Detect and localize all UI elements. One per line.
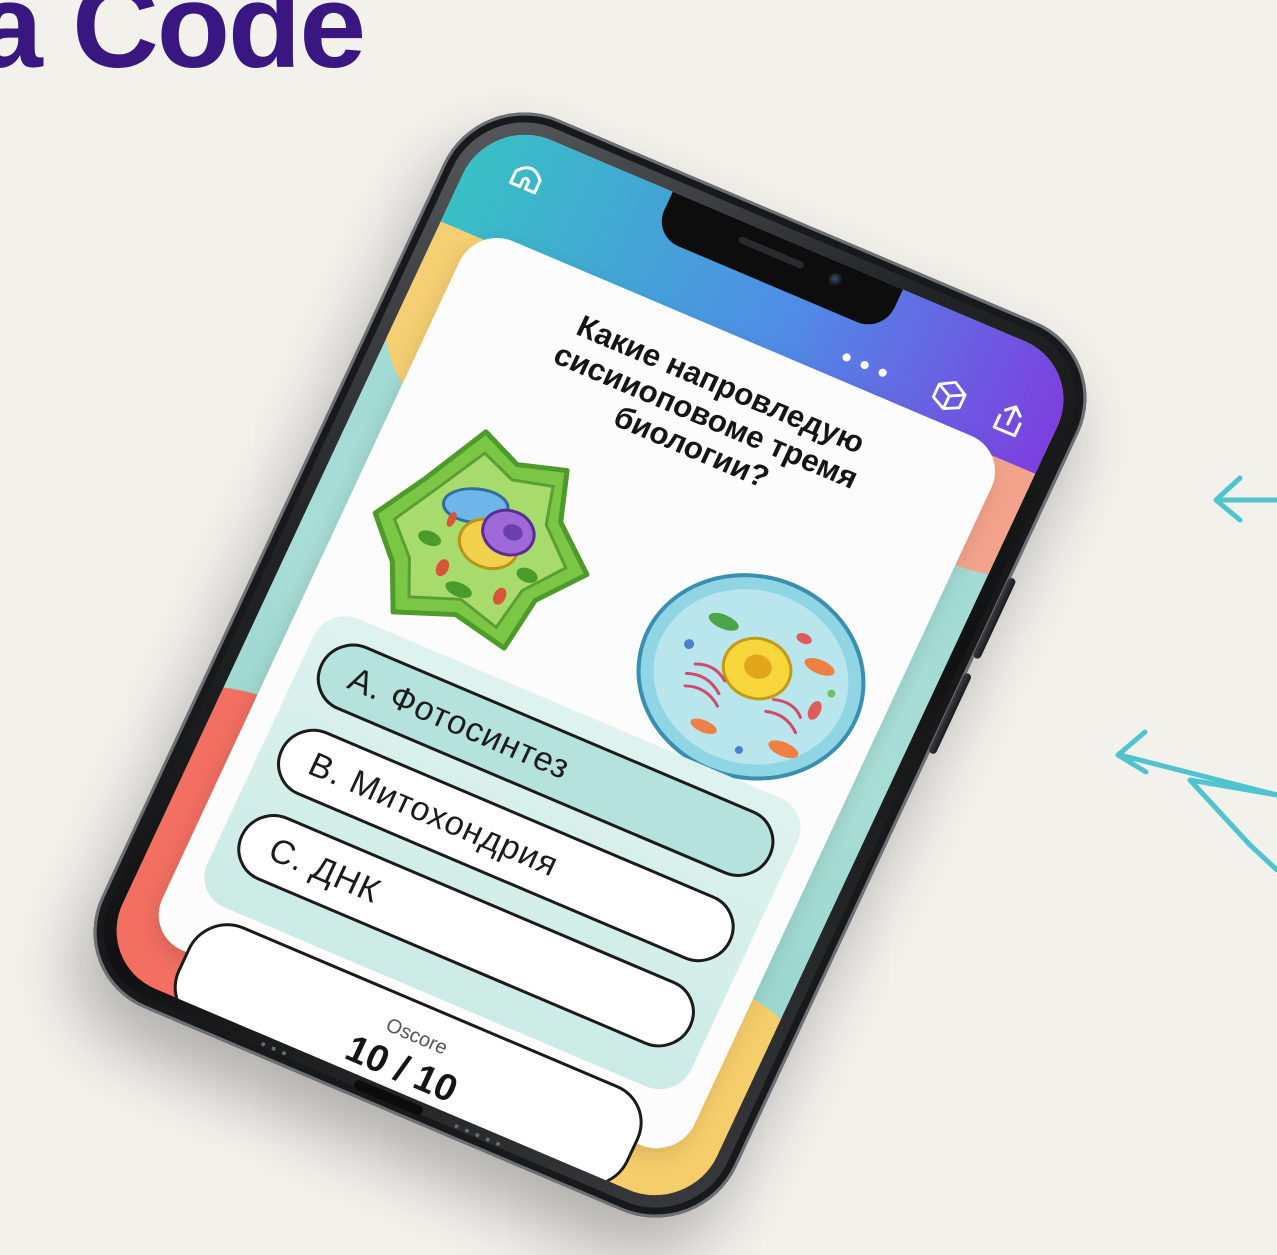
share-icon[interactable] [983, 394, 1037, 446]
headline-title: a Code [0, 0, 366, 93]
home-icon[interactable] [501, 150, 555, 202]
phone-screen: ••• Какие напровледую сисииоповоме тремя… [94, 114, 1086, 1216]
front-camera [826, 271, 845, 290]
answer-label: С. ДНК [263, 830, 387, 911]
earpiece-speaker [737, 235, 805, 270]
phone-device: ••• Какие напровледую сисииоповоме тремя… [65, 85, 1115, 1245]
phone-notch [652, 191, 903, 333]
decorative-arrows [1115, 475, 1277, 873]
ar-cube-icon[interactable] [924, 370, 975, 419]
